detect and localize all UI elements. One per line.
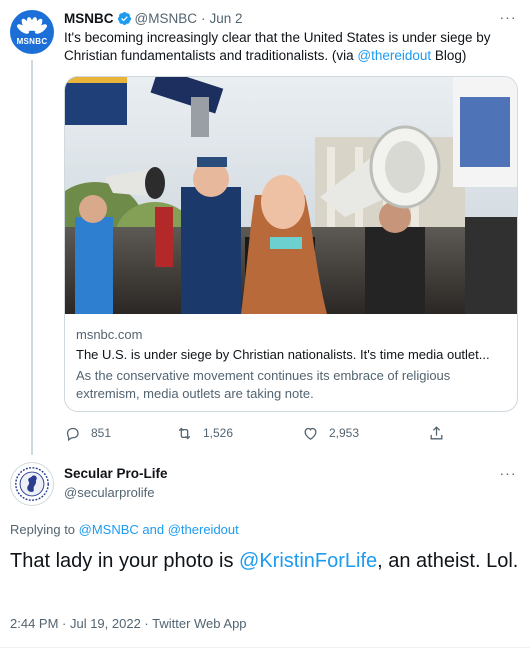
tweet-text-part: That lady in your photo is (10, 550, 240, 572)
share-button[interactable] (428, 423, 455, 443)
parent-tweet[interactable]: MSNBC MSNBC @MSNBC · Jun 2 ··· It's beco… (0, 0, 530, 455)
author-handle[interactable]: @MSNBC (135, 11, 197, 26)
mention-link-thereidout[interactable]: @thereidout (168, 522, 239, 537)
heart-icon (304, 427, 317, 440)
reply-icon (66, 427, 79, 441)
more-options-button[interactable]: ··· (498, 466, 518, 482)
tweet-text-part: Blog) (431, 48, 467, 63)
like-button[interactable]: 2,953 (302, 423, 359, 443)
card-description: As the conservative movement continues i… (76, 368, 451, 401)
share-icon (430, 425, 443, 439)
msnbc-avatar[interactable]: MSNBC (10, 10, 54, 54)
mention-link-msnbc[interactable]: @MSNBC (79, 522, 139, 537)
author-name[interactable]: Secular Pro-Life (64, 466, 168, 481)
mention-link-kristinforlife[interactable]: @KristinForLife (239, 550, 377, 572)
author-name[interactable]: MSNBC (64, 11, 114, 26)
divider (0, 647, 530, 648)
thread-line (31, 60, 33, 455)
like-count: 2,953 (329, 426, 360, 440)
reply-button[interactable]: 851 (64, 423, 111, 443)
card-title[interactable]: The U.S. is under siege by Christian nat… (76, 346, 510, 364)
retweet-button[interactable]: 1,526 (176, 423, 233, 443)
reply-count: 851 (91, 426, 112, 440)
fetus-logo-icon (15, 467, 49, 501)
secular-pro-life-avatar[interactable] (10, 462, 54, 506)
main-tweet-text: That lady in your photo is @KristinForLi… (10, 548, 520, 574)
replying-prefix: Replying to (10, 522, 79, 537)
mention-link-thereidout[interactable]: @thereidout (357, 48, 431, 63)
peacock-logo-icon (17, 17, 47, 34)
replying-to: Replying to @MSNBC and @thereidout (10, 522, 239, 537)
msnbc-avatar-text: MSNBC (16, 37, 48, 46)
card-domain: msnbc.com (76, 327, 143, 342)
tweet-date[interactable]: Jun 2 (209, 11, 242, 26)
retweet-icon (178, 427, 191, 439)
replying-and: and (138, 522, 168, 537)
retweet-count: 1,526 (203, 426, 234, 440)
tweet-timestamp[interactable]: 2:44 PM · Jul 19, 2022 · Twitter Web App (10, 616, 247, 631)
link-preview-card[interactable]: msnbc.com The U.S. is under siege by Chr… (64, 76, 518, 412)
parent-tweet-text: It's becoming increasingly clear that th… (64, 29, 514, 65)
tweet-actions: 851 1,526 2,953 (64, 423, 464, 443)
tweet-text-part: , an atheist. Lol. (377, 550, 519, 572)
protest-photo-image (65, 77, 517, 314)
verified-badge-icon (117, 11, 131, 25)
more-options-button[interactable]: ··· (498, 10, 518, 26)
header-separator: · (200, 10, 206, 26)
parent-tweet-header: MSNBC @MSNBC · Jun 2 (64, 10, 243, 26)
author-handle[interactable]: @secularprolife (64, 485, 155, 500)
